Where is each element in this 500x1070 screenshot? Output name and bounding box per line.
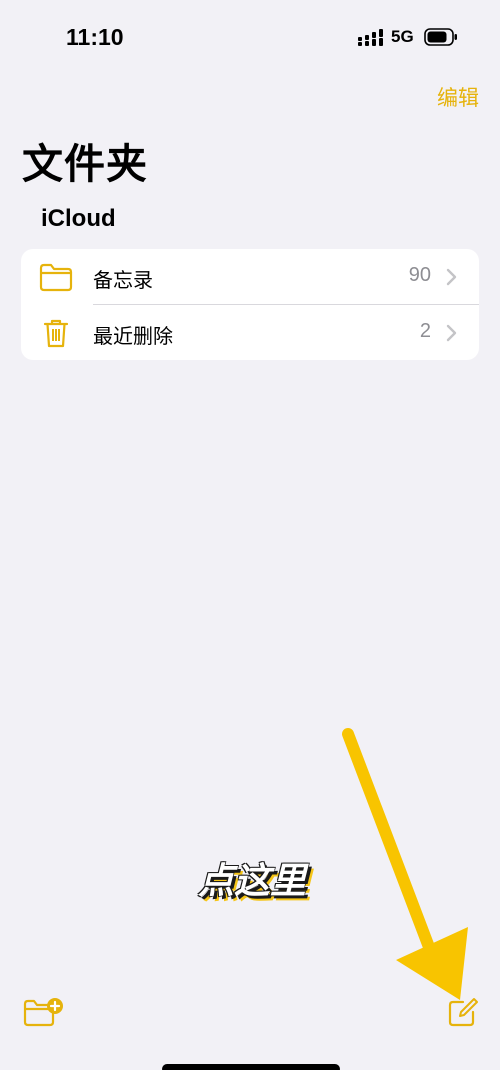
edit-button[interactable]: 编辑 — [437, 82, 479, 112]
status-bar: 11:10 5G — [0, 0, 500, 74]
status-time: 11:10 — [66, 24, 124, 50]
new-folder-icon[interactable] — [22, 996, 64, 1028]
tip-text: 点这里 — [198, 861, 307, 902]
section-title: iCloud — [41, 205, 116, 232]
page-title: 文件夹 — [22, 140, 148, 188]
network-label: 5G — [391, 27, 414, 46]
folder-icon — [39, 263, 73, 292]
row-count: 90 — [408, 264, 431, 286]
signal-icon — [358, 29, 383, 46]
compose-icon[interactable] — [446, 996, 480, 1028]
chevron-right-icon — [446, 324, 457, 342]
home-indicator — [162, 1064, 340, 1070]
folder-row-recently-deleted[interactable]: 最近删除 2 — [21, 305, 479, 360]
battery-icon — [424, 28, 457, 46]
notes-folders-screen: 11:10 5G 编辑 文件夹 iCloud 备忘录 90 最近删除 2 点这里 — [0, 0, 500, 1070]
row-label: 备忘录 — [93, 268, 153, 292]
chevron-right-icon — [446, 268, 457, 286]
folder-list: 备忘录 90 最近删除 2 — [21, 249, 479, 360]
folder-row-notes[interactable]: 备忘录 90 — [21, 249, 479, 305]
row-label: 最近删除 — [93, 324, 173, 348]
row-count: 2 — [419, 320, 431, 342]
trash-icon — [43, 319, 69, 348]
